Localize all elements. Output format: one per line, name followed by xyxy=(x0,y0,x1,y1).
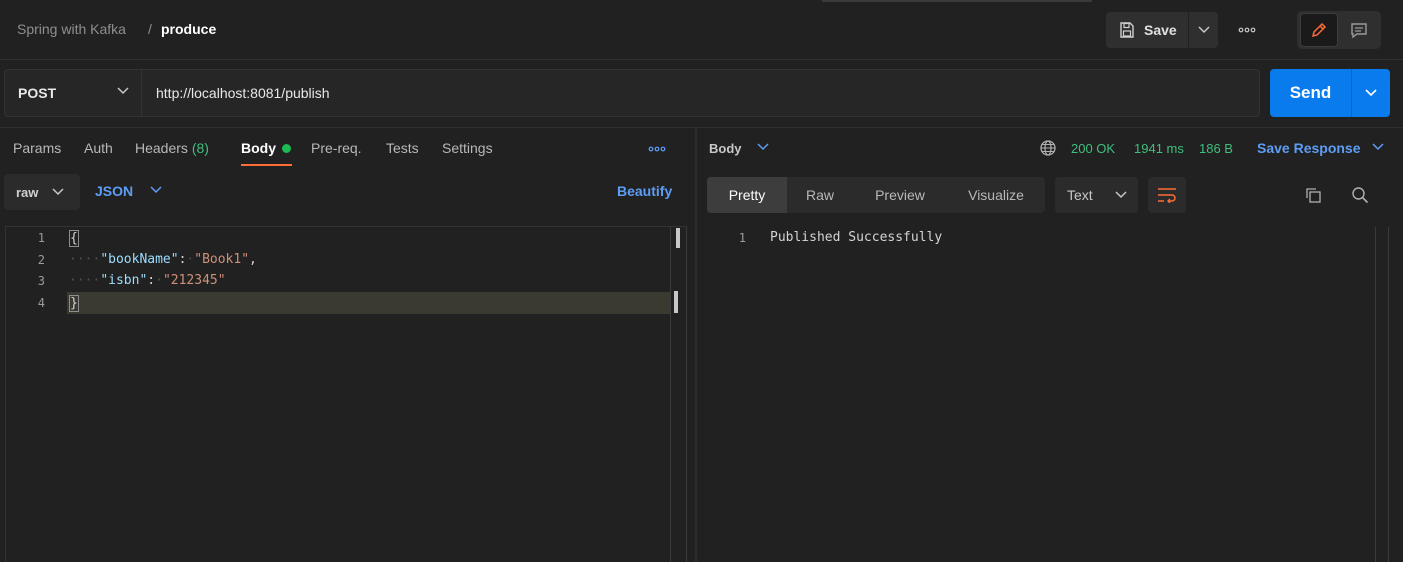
send-button[interactable]: Send xyxy=(1270,69,1351,117)
chevron-down-icon xyxy=(1115,191,1127,199)
wrap-icon xyxy=(1157,187,1177,203)
chevron-down-icon xyxy=(1365,89,1377,97)
json-value: "Book1" xyxy=(194,252,250,267)
breadcrumb-separator: / xyxy=(148,21,152,37)
ellipsis-icon xyxy=(1238,27,1256,33)
tab-auth[interactable]: Auth xyxy=(84,140,113,156)
tab-visualize[interactable]: Visualize xyxy=(947,177,1045,213)
pencil-icon xyxy=(1310,21,1328,39)
comment-icon xyxy=(1350,21,1368,39)
editor-overview-ruler xyxy=(670,227,671,562)
save-icon xyxy=(1118,21,1136,39)
tab-tests[interactable]: Tests xyxy=(386,140,419,156)
pane-divider[interactable] xyxy=(695,128,697,562)
tab-prereq[interactable]: Pre-req. xyxy=(311,140,362,156)
body-mode-select[interactable]: raw xyxy=(4,174,80,210)
line-number: 1 xyxy=(738,231,746,245)
current-line-highlight xyxy=(67,292,671,314)
edit-mode-button[interactable] xyxy=(1300,13,1338,47)
chevron-down-icon xyxy=(52,188,64,196)
response-section-label[interactable]: Body xyxy=(709,141,742,156)
tab-params[interactable]: Params xyxy=(13,140,61,156)
tab-settings[interactable]: Settings xyxy=(442,140,493,156)
response-line[interactable]: Published Successfully xyxy=(770,230,942,245)
code-line[interactable]: } xyxy=(69,295,79,312)
json-value: "212345" xyxy=(162,273,226,288)
chevron-down-icon[interactable] xyxy=(150,186,162,194)
code-line[interactable]: ····"isbn":·"212345" xyxy=(69,273,226,288)
more-actions-button[interactable] xyxy=(1230,20,1264,40)
body-indicator-dot xyxy=(282,144,291,153)
response-scrollbar-track[interactable] xyxy=(1388,227,1389,562)
comments-button[interactable] xyxy=(1340,13,1378,47)
code-line[interactable]: ····"bookName":·"Book1", xyxy=(69,252,257,267)
line-number: 4 xyxy=(37,296,45,310)
format-label: Text xyxy=(1067,187,1093,203)
response-overview-ruler xyxy=(1375,227,1376,562)
bracket-match: { xyxy=(69,230,79,247)
tab-pretty[interactable]: Pretty xyxy=(707,177,787,213)
line-number: 2 xyxy=(37,253,45,267)
url-input[interactable] xyxy=(156,85,1246,101)
response-size[interactable]: 186 B xyxy=(1199,141,1233,156)
json-key: "isbn" xyxy=(100,273,148,288)
json-key: "bookName" xyxy=(100,252,179,267)
search-icon[interactable] xyxy=(1351,186,1369,204)
active-tab-indicator xyxy=(241,164,292,166)
tab-headers-label: Headers xyxy=(135,140,188,156)
chevron-down-icon xyxy=(1197,26,1210,34)
beautify-button[interactable]: Beautify xyxy=(617,183,672,199)
response-format-select[interactable]: Text xyxy=(1055,177,1138,213)
tab-headers[interactable]: Headers (8) xyxy=(135,140,209,156)
send-options-dropdown[interactable] xyxy=(1351,69,1390,117)
save-options-dropdown[interactable] xyxy=(1189,12,1218,48)
breadcrumb-collection[interactable]: Spring with Kafka xyxy=(17,21,126,37)
breadcrumb-request-name[interactable]: produce xyxy=(161,21,216,37)
scrollbar-marker xyxy=(676,228,680,248)
chevron-down-icon[interactable] xyxy=(1372,143,1384,151)
chevron-down-icon xyxy=(117,87,129,95)
code-line[interactable]: { xyxy=(69,230,79,247)
tab-preview[interactable]: Preview xyxy=(853,177,947,213)
chevron-down-icon[interactable] xyxy=(757,143,769,151)
cursor-marker xyxy=(674,291,684,313)
send-label: Send xyxy=(1289,83,1332,102)
status-code[interactable]: 200 OK xyxy=(1071,141,1115,156)
response-time[interactable]: 1941 ms xyxy=(1134,141,1184,156)
top-accent-line xyxy=(822,0,1092,2)
divider xyxy=(0,127,1403,128)
copy-icon[interactable] xyxy=(1304,186,1322,204)
globe-icon[interactable] xyxy=(1039,139,1057,157)
line-number: 3 xyxy=(37,274,45,288)
method-label: POST xyxy=(18,85,57,101)
bracket-match: } xyxy=(69,295,79,312)
editor-scrollbar-track[interactable] xyxy=(686,227,687,562)
tab-body[interactable]: Body xyxy=(241,140,276,156)
save-response-button[interactable]: Save Response xyxy=(1257,140,1361,156)
line-number: 1 xyxy=(37,231,45,245)
save-button[interactable]: Save xyxy=(1106,12,1188,48)
ellipsis-icon[interactable] xyxy=(648,146,666,152)
wrap-lines-button[interactable] xyxy=(1148,177,1186,213)
language-select[interactable]: JSON xyxy=(95,183,133,199)
tab-raw[interactable]: Raw xyxy=(787,177,853,213)
save-label: Save xyxy=(1144,22,1177,38)
body-mode-label: raw xyxy=(16,184,39,200)
headers-count: (8) xyxy=(191,140,209,156)
